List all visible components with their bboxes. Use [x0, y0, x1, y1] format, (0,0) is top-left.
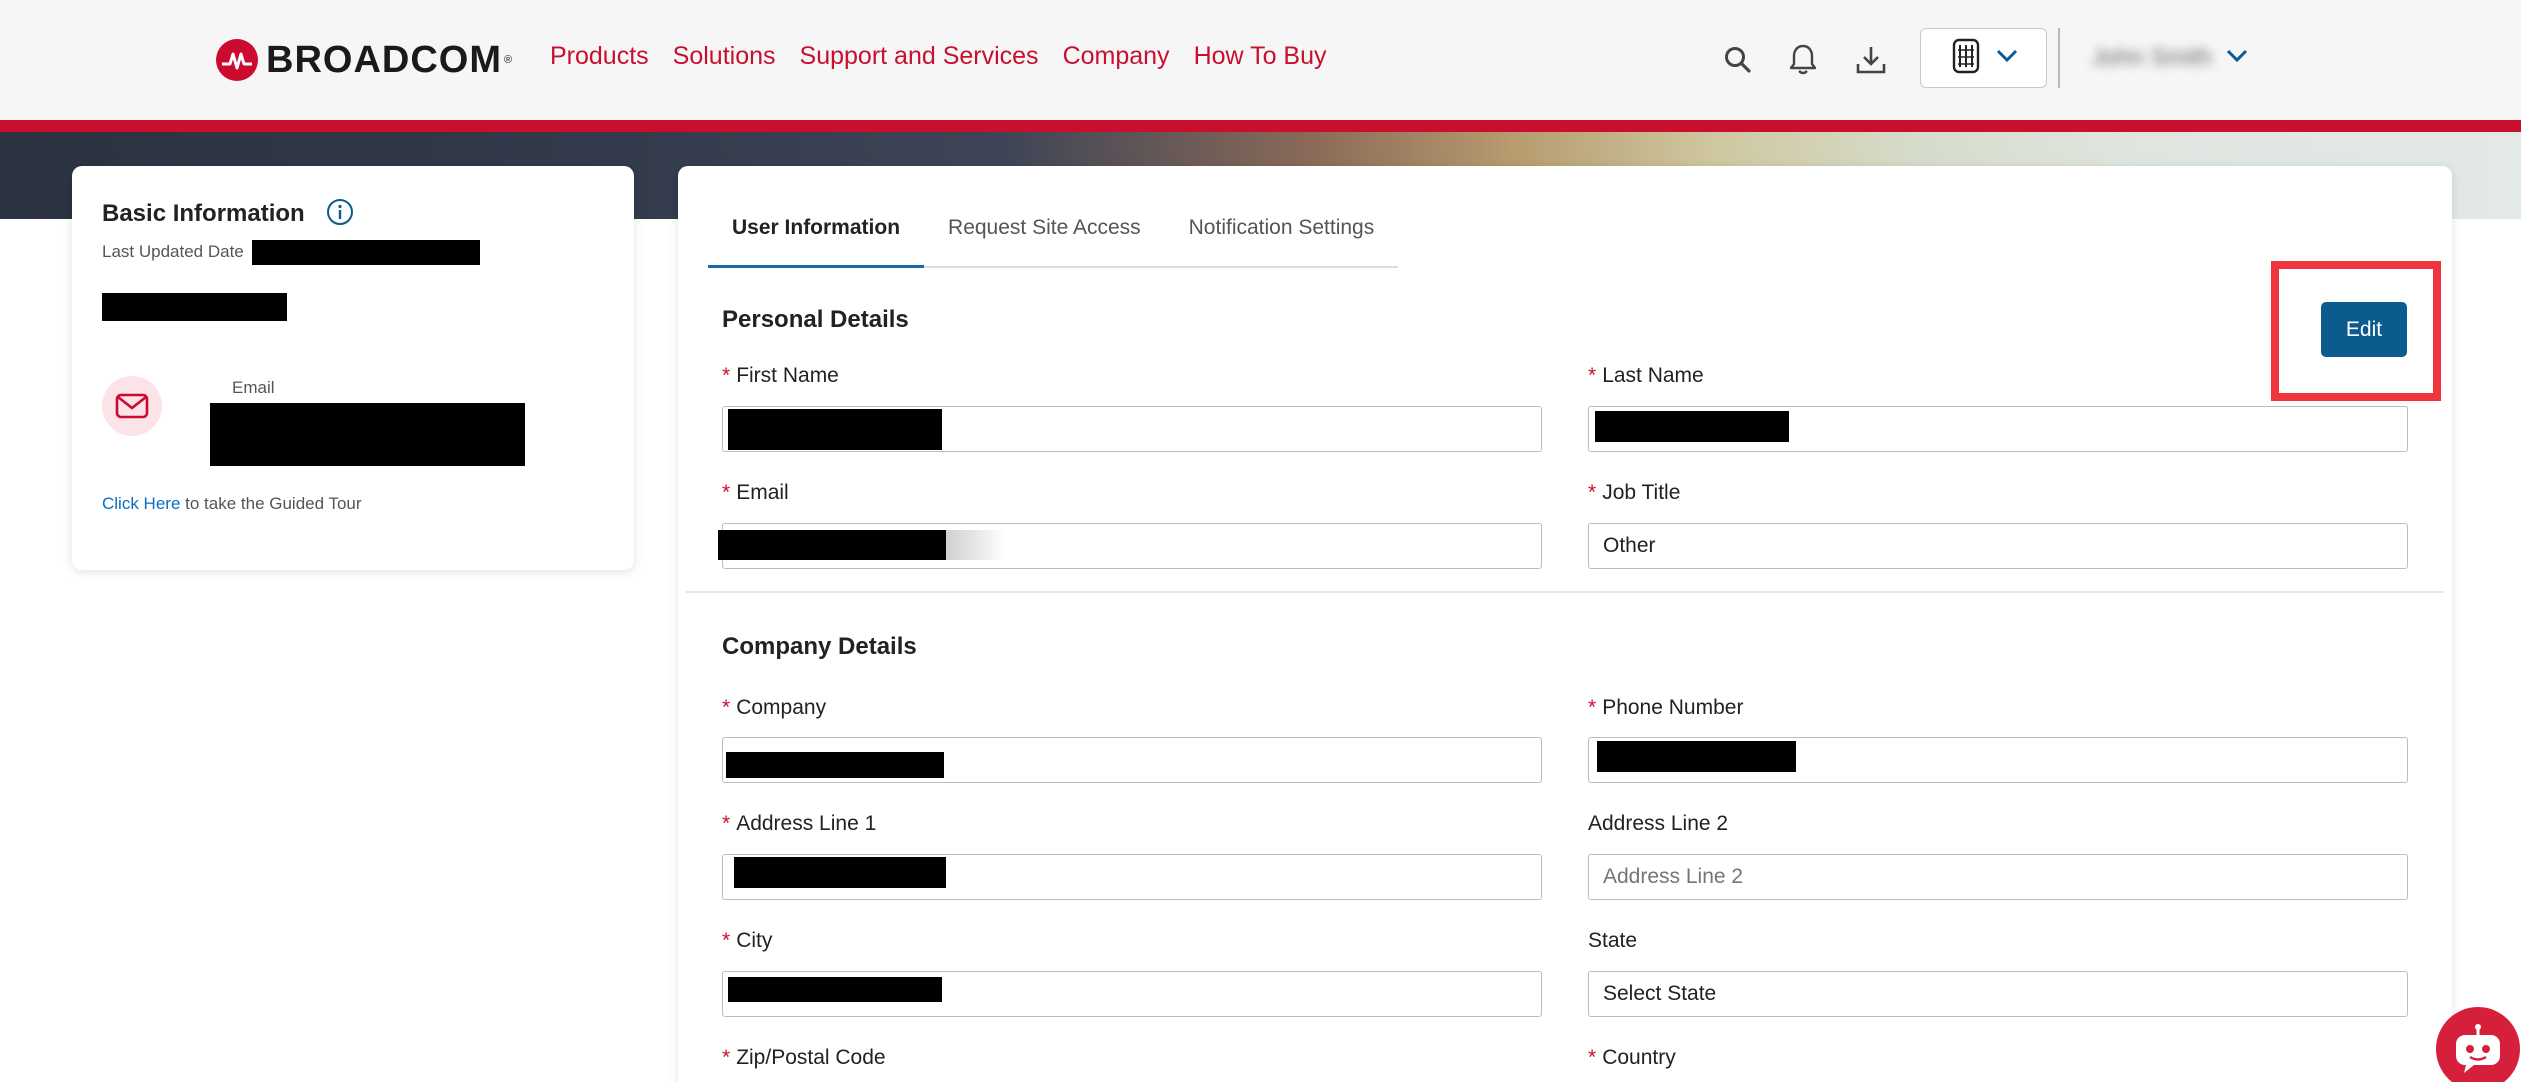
required-marker: *	[722, 929, 731, 952]
guided-tour-text: Click Here to take the Guided Tour	[102, 494, 362, 514]
first-name-label: * First Name	[722, 364, 839, 388]
job-title-field[interactable]: Other	[1588, 523, 2408, 569]
user-profile-card: User Information Request Site Access Not…	[678, 166, 2452, 1082]
redacted-email-value	[718, 530, 946, 560]
nav-solutions[interactable]: Solutions	[673, 42, 776, 71]
required-marker: *	[722, 1046, 731, 1069]
email-field-label-text: Email	[736, 481, 789, 504]
email-field-label: * Email	[722, 481, 789, 505]
zip-code-label: * Zip/Postal Code	[722, 1046, 886, 1070]
required-marker: *	[722, 481, 731, 504]
state-label: State	[1588, 929, 1638, 952]
city-label-text: City	[736, 929, 773, 952]
basic-information-card: Basic Information Last Updated Date Emai…	[72, 166, 634, 570]
nav-products[interactable]: Products	[550, 42, 649, 71]
job-title-label: * Job Title	[1588, 481, 1680, 505]
personal-details-title: Personal Details	[722, 306, 909, 333]
guided-tour-link[interactable]: Click Here	[102, 494, 180, 513]
country-label-text: Country	[1602, 1046, 1676, 1069]
profile-tabs: User Information Request Site Access Not…	[708, 210, 1399, 268]
tenant-switcher-button[interactable]	[1920, 28, 2047, 88]
redacted-first-name	[728, 409, 942, 450]
redacted-last-updated-date	[252, 240, 480, 265]
state-select[interactable]: Select State	[1588, 971, 2408, 1017]
nav-company[interactable]: Company	[1063, 42, 1170, 71]
redacted-user-name	[102, 293, 287, 321]
required-marker: *	[722, 696, 731, 719]
email-label: Email	[232, 378, 275, 397]
tab-request-site-access[interactable]: Request Site Access	[924, 210, 1165, 268]
redacted-email	[210, 403, 525, 466]
required-marker: *	[722, 812, 731, 835]
basic-information-title: Basic Information	[102, 200, 305, 227]
download-icon[interactable]	[1851, 40, 1891, 80]
chevron-down-icon	[1996, 49, 2018, 68]
redacted-address-line-1	[734, 857, 946, 888]
tab-user-information[interactable]: User Information	[708, 210, 925, 268]
email-value-fade	[946, 530, 1006, 560]
redacted-company	[726, 752, 944, 778]
first-name-label-text: First Name	[736, 364, 839, 387]
required-marker: *	[1588, 1046, 1597, 1069]
broadcom-logo[interactable]: BROADCOM ®	[216, 38, 512, 82]
country-label: * Country	[1588, 1046, 1676, 1070]
address-line-2-input[interactable]	[1588, 854, 2408, 900]
city-label: * City	[722, 929, 772, 953]
tenant-icon	[1950, 37, 1982, 80]
bell-icon[interactable]	[1783, 40, 1823, 80]
tab-notification-settings[interactable]: Notification Settings	[1165, 210, 1399, 268]
mail-icon	[102, 376, 162, 436]
required-marker: *	[1588, 481, 1597, 504]
redacted-city	[728, 977, 942, 1002]
zip-code-label-text: Zip/Postal Code	[736, 1046, 886, 1069]
last-name-label-text: Last Name	[1602, 364, 1704, 387]
nav-how-to-buy[interactable]: How To Buy	[1194, 42, 1327, 71]
header-divider	[2058, 28, 2060, 88]
last-name-label: * Last Name	[1588, 364, 1704, 388]
section-divider	[686, 591, 2444, 593]
phone-number-label-text: Phone Number	[1602, 696, 1744, 719]
job-title-label-text: Job Title	[1602, 481, 1681, 504]
address-line-1-label-text: Address Line 1	[736, 812, 877, 835]
required-marker: *	[1588, 364, 1597, 387]
chatbot-icon[interactable]	[2436, 1007, 2520, 1082]
main-nav: Products Solutions Support and Services …	[550, 42, 1351, 71]
address-line-1-label: * Address Line 1	[722, 812, 876, 836]
redacted-phone-number	[1597, 741, 1796, 772]
logo-text: BROADCOM	[266, 38, 502, 81]
company-details-title: Company Details	[722, 633, 917, 660]
logo-trademark: ®	[503, 54, 513, 66]
nav-support-and-services[interactable]: Support and Services	[800, 42, 1039, 71]
user-name: John Smith	[2092, 44, 2213, 71]
search-icon[interactable]	[1718, 40, 1758, 80]
required-marker: *	[722, 364, 731, 387]
broadcom-logo-mark-icon	[216, 39, 258, 81]
phone-number-label: * Phone Number	[1588, 696, 1743, 720]
user-menu[interactable]: John Smith	[2092, 38, 2248, 78]
edit-button[interactable]: Edit	[2321, 302, 2407, 357]
last-updated-label: Last Updated Date	[102, 242, 244, 261]
header-accent-line	[0, 120, 2521, 132]
company-label-text: Company	[736, 696, 827, 719]
company-label: * Company	[722, 696, 826, 720]
redacted-last-name	[1595, 411, 1789, 442]
info-icon[interactable]	[326, 198, 354, 226]
chevron-down-icon	[2226, 49, 2248, 68]
address-line-2-label: Address Line 2	[1588, 812, 1729, 835]
guided-tour-suffix: to take the Guided Tour	[180, 494, 362, 513]
required-marker: *	[1588, 696, 1597, 719]
